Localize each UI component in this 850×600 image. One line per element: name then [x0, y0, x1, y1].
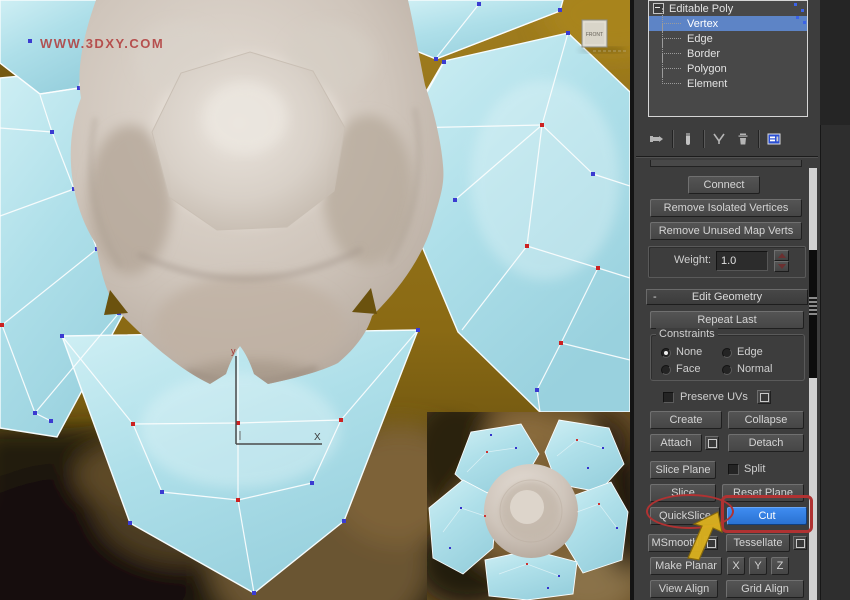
modifier-stack-toolbar	[648, 126, 810, 152]
detach-button[interactable]: Detach	[728, 434, 804, 452]
pin-stack-icon[interactable]	[648, 129, 666, 149]
split-checkbox[interactable]	[728, 464, 739, 475]
weight-spinner-down[interactable]	[774, 261, 789, 272]
grid-align-button[interactable]: Grid Align	[726, 580, 804, 598]
front-view-label: FRONT	[586, 32, 603, 38]
constraint-none-label[interactable]: None	[676, 346, 702, 358]
weight-input[interactable]	[716, 251, 768, 271]
make-unique-icon[interactable]	[710, 129, 728, 149]
remove-modifier-icon[interactable]	[734, 129, 752, 149]
panel-scrollbar-grip[interactable]	[809, 297, 817, 315]
axis-y-label: y	[231, 346, 236, 356]
artifact-dot	[794, 3, 797, 6]
panel-scrollbar-track[interactable]	[809, 168, 817, 600]
attach-settings-button[interactable]	[705, 436, 719, 450]
spinner-down-icon	[778, 264, 786, 269]
rollout-title: Edit Geometry	[692, 291, 762, 303]
remove-isolated-vertices-button[interactable]: Remove Isolated Vertices	[650, 199, 802, 217]
make-planar-y-button[interactable]: Y	[749, 557, 767, 575]
stack-item-label: Vertex	[687, 18, 718, 30]
inset-render-preview	[405, 392, 630, 600]
tessellate-button[interactable]: Tessellate	[726, 534, 790, 552]
clipped-button-edge	[650, 160, 802, 167]
tessellate-settings-button[interactable]	[793, 536, 807, 550]
make-planar-z-button[interactable]: Z	[771, 557, 789, 575]
weight-spinner-up[interactable]	[774, 250, 789, 261]
modifier-stack-list[interactable]: Editable Poly Vertex Edge Border Polygon…	[648, 0, 808, 117]
stack-item-label: Edge	[687, 33, 713, 45]
constraint-edge-radio[interactable]	[722, 348, 732, 358]
artifact-dot	[801, 9, 804, 12]
toolbar-separator	[672, 130, 673, 148]
constraint-face-label[interactable]: Face	[676, 363, 700, 375]
annotation-yellow-arrow	[678, 504, 726, 562]
view-align-button[interactable]: View Align	[650, 580, 718, 598]
preserve-uvs-settings-button[interactable]	[757, 390, 771, 404]
connect-button[interactable]: Connect	[688, 176, 760, 194]
stack-item-label: Element	[687, 78, 727, 90]
constraints-label: Constraints	[656, 328, 718, 340]
preserve-uvs-checkbox[interactable]	[663, 392, 674, 403]
stack-item-label: Border	[687, 48, 720, 60]
constraint-normal-radio[interactable]	[722, 365, 732, 375]
artifact-dot	[796, 16, 799, 19]
weight-label: Weight:	[674, 254, 711, 266]
annotation-rect-cut	[721, 495, 813, 533]
make-planar-x-button[interactable]: X	[727, 557, 745, 575]
show-end-result-icon[interactable]	[679, 129, 697, 149]
preserve-uvs-label[interactable]: Preserve UVs	[680, 391, 748, 403]
slice-plane-button[interactable]: Slice Plane	[650, 461, 716, 479]
toolbar-separator	[758, 130, 759, 148]
edit-geometry-rollout-header[interactable]: - Edit Geometry	[646, 289, 808, 305]
rollout-collapse-icon[interactable]: -	[653, 291, 657, 303]
spinner-up-icon	[778, 253, 786, 258]
stack-item-label: Polygon	[687, 63, 727, 75]
remove-unused-map-verts-button[interactable]: Remove Unused Map Verts	[650, 222, 802, 240]
panel-right-margin-top	[820, 0, 850, 125]
constraint-edge-label[interactable]: Edge	[737, 346, 763, 358]
toolbar-separator	[703, 130, 704, 148]
create-button[interactable]: Create	[650, 411, 722, 429]
split-label[interactable]: Split	[744, 463, 765, 475]
attach-button[interactable]: Attach	[650, 434, 702, 452]
3dsmax-window: X y WWW.3DXY.COM FRONT	[0, 0, 850, 600]
constraint-face-radio[interactable]	[661, 365, 671, 375]
axis-x-label: X	[314, 432, 321, 443]
artifact-dot	[803, 21, 806, 24]
panel-separator	[636, 156, 818, 158]
repeat-last-button[interactable]: Repeat Last	[650, 311, 804, 329]
watermark: WWW.3DXY.COM	[40, 36, 164, 51]
configure-modifier-sets-icon[interactable]	[765, 129, 783, 149]
constraint-normal-label[interactable]: Normal	[737, 363, 772, 375]
stack-item-element[interactable]: Element	[649, 76, 807, 91]
constraint-none-radio[interactable]	[661, 348, 671, 358]
viewport-3d-render[interactable]: X y WWW.3DXY.COM FRONT	[0, 0, 630, 600]
collapse-button[interactable]: Collapse	[728, 411, 804, 429]
